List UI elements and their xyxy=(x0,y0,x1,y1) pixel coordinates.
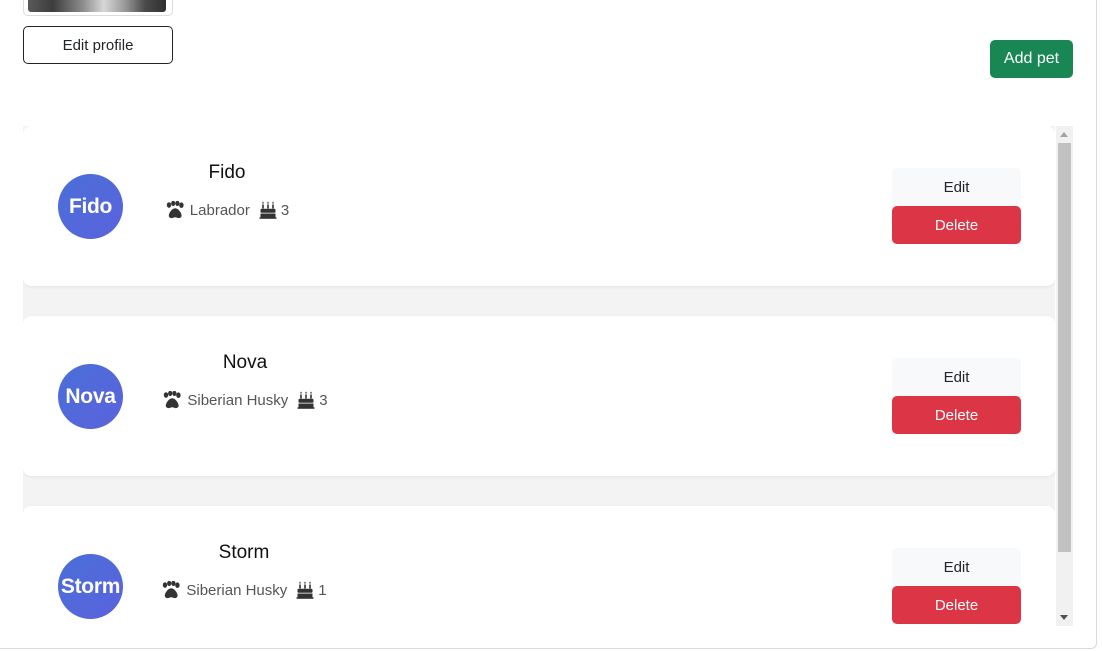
paw-icon xyxy=(166,201,184,219)
delete-pet-button[interactable]: Delete xyxy=(892,586,1021,624)
add-pet-button[interactable]: Add pet xyxy=(990,40,1073,78)
paw-icon xyxy=(164,391,181,409)
delete-pet-button[interactable]: Delete xyxy=(892,206,1021,244)
pet-info: Storm Siberian Husky 1 xyxy=(158,540,330,599)
pet-breed: Siberian Husky xyxy=(187,391,289,409)
paw-icon xyxy=(163,581,180,599)
edit-pet-button[interactable]: Edit xyxy=(892,358,1021,396)
pet-card: Nova Nova Siberian Husky 3 Edit Delete xyxy=(23,316,1055,476)
pet-info: Fido Labrador 3 xyxy=(158,160,296,219)
pet-info: Nova Siberian Husky 3 xyxy=(158,350,332,409)
pet-card: Fido Fido Labrador 3 Edit Delete xyxy=(23,126,1055,286)
pet-meta: Siberian Husky 3 xyxy=(162,391,328,409)
pet-card: Storm Storm Siberian Husky 1 Edit Delete xyxy=(23,506,1055,626)
birthday-cake-icon xyxy=(297,391,315,409)
pet-meta: Labrador 3 xyxy=(165,201,289,219)
pet-breed: Labrador xyxy=(189,201,250,219)
pet-name: Storm xyxy=(218,542,270,563)
pet-avatar: Fido xyxy=(58,174,123,239)
profile-photo xyxy=(28,0,166,12)
edit-pet-button[interactable]: Edit xyxy=(892,168,1021,206)
pet-name: Fido xyxy=(208,162,246,183)
pet-age: 3 xyxy=(319,391,328,409)
birthday-cake-icon xyxy=(259,201,277,219)
pet-list-scrollbar[interactable] xyxy=(1056,126,1073,626)
pet-meta: Siberian Husky 1 xyxy=(161,581,327,599)
pet-breed: Siberian Husky xyxy=(186,581,288,599)
pet-age: 1 xyxy=(318,581,327,599)
pet-age: 3 xyxy=(280,201,290,219)
scrollbar-thumb[interactable] xyxy=(1058,143,1071,552)
pet-name: Nova xyxy=(222,352,268,373)
scroll-down-arrow-icon[interactable] xyxy=(1060,615,1068,620)
pet-list[interactable]: Fido Fido Labrador 3 Edit Delete Nova No… xyxy=(23,126,1055,626)
birthday-cake-icon xyxy=(296,581,314,599)
pet-avatar: Storm xyxy=(58,554,123,619)
edit-profile-button[interactable]: Edit profile xyxy=(23,26,173,64)
edit-pet-button[interactable]: Edit xyxy=(892,548,1021,586)
pet-avatar: Nova xyxy=(58,364,123,429)
scroll-up-arrow-icon[interactable] xyxy=(1060,132,1068,137)
delete-pet-button[interactable]: Delete xyxy=(892,396,1021,434)
profile-avatar xyxy=(23,0,173,16)
